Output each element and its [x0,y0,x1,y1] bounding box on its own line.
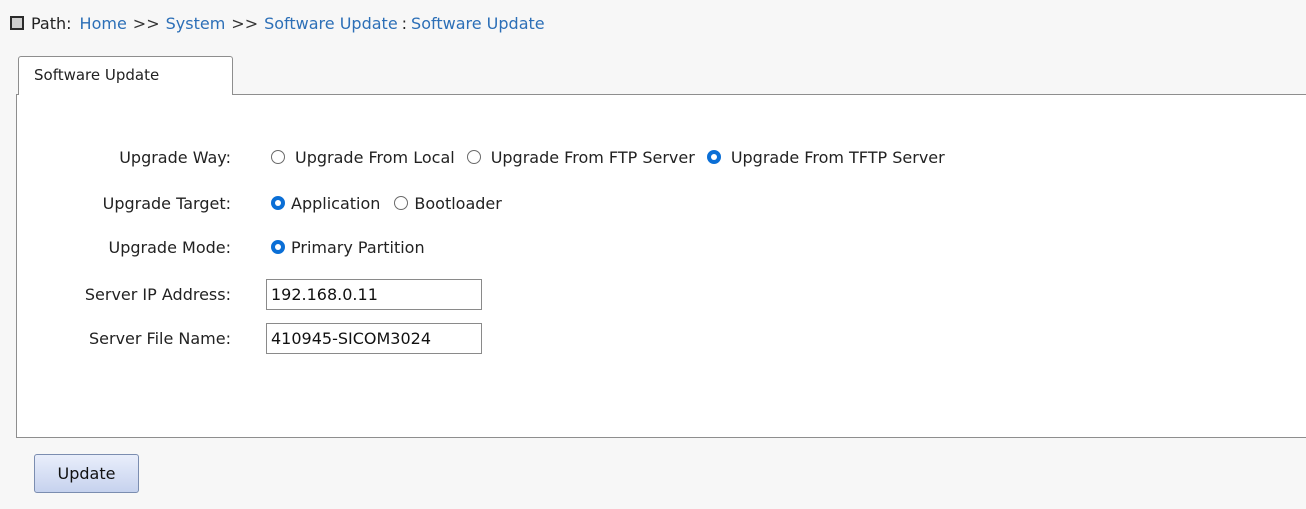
page-square-icon [10,16,24,30]
breadcrumb-separator: >> [132,13,160,33]
bootloader-label: Bootloader [414,193,502,213]
upgrade-way-label: Upgrade Way: [119,147,231,167]
server-file-label: Server File Name: [88,329,231,348]
application-radio[interactable] [271,196,285,210]
tab-software-update-label: Software Update [34,66,160,84]
upgrade-from-ftp-radio[interactable] [466,150,481,164]
upgrade-target-label: Upgrade Target: [102,193,231,213]
bootloader-option[interactable]: Bootloader [394,193,502,213]
breadcrumb-separator: >> [231,13,259,33]
upgrade-from-tftp-radio[interactable] [706,150,721,164]
server-file-row: Server File Name: 410945-SICOM3024 [17,323,482,354]
server-file-input[interactable]: 410945-SICOM3024 [266,323,482,354]
breadcrumb-current-separator: : [401,13,408,33]
breadcrumb: Path: Home >> System >> Software Update … [10,12,545,34]
breadcrumb-prefix: Path: [31,13,72,33]
update-button[interactable]: Update [34,454,139,493]
breadcrumb-home-link[interactable]: Home [80,14,127,33]
upgrade-from-local-option[interactable]: Upgrade From Local [271,148,455,167]
breadcrumb-system-link[interactable]: System [166,14,226,33]
server-ip-input[interactable]: 192.168.0.11 [266,279,482,310]
upgrade-from-ftp-option[interactable]: Upgrade From FTP Server [466,147,695,167]
upgrade-mode-row: Upgrade Mode: Primary Partition [17,233,425,261]
upgrade-way-row: Upgrade Way: Upgrade From Local Upgrade … [17,143,945,171]
primary-partition-radio[interactable] [271,240,285,254]
software-update-panel: Upgrade Way: Upgrade From Local Upgrade … [16,94,1306,438]
application-label: Application [291,193,381,213]
upgrade-from-tftp-label: Upgrade From TFTP Server [730,147,945,167]
upgrade-from-tftp-option[interactable]: Upgrade From TFTP Server [706,147,945,167]
server-ip-row: Server IP Address: 192.168.0.11 [17,279,482,310]
upgrade-from-ftp-label: Upgrade From FTP Server [490,147,695,167]
breadcrumb-current-link[interactable]: Software Update [411,14,545,33]
upgrade-mode-options: Primary Partition [271,238,435,257]
upgrade-from-local-radio[interactable] [271,150,285,164]
upgrade-target-row: Upgrade Target: Application Bootloader [17,189,502,217]
bootloader-radio[interactable] [394,196,409,210]
breadcrumb-software-update-link[interactable]: Software Update [264,14,398,33]
primary-partition-label: Primary Partition [291,237,425,257]
upgrade-mode-label: Upgrade Mode: [108,237,231,257]
application-option[interactable]: Application [271,194,380,213]
upgrade-from-local-label: Upgrade From Local [295,147,455,167]
tab-software-update[interactable]: Software Update [18,56,233,95]
primary-partition-option[interactable]: Primary Partition [271,238,425,257]
upgrade-way-options: Upgrade From Local Upgrade From FTP Serv… [271,148,955,167]
upgrade-target-options: Application Bootloader [271,194,512,213]
server-ip-label: Server IP Address: [84,285,231,304]
